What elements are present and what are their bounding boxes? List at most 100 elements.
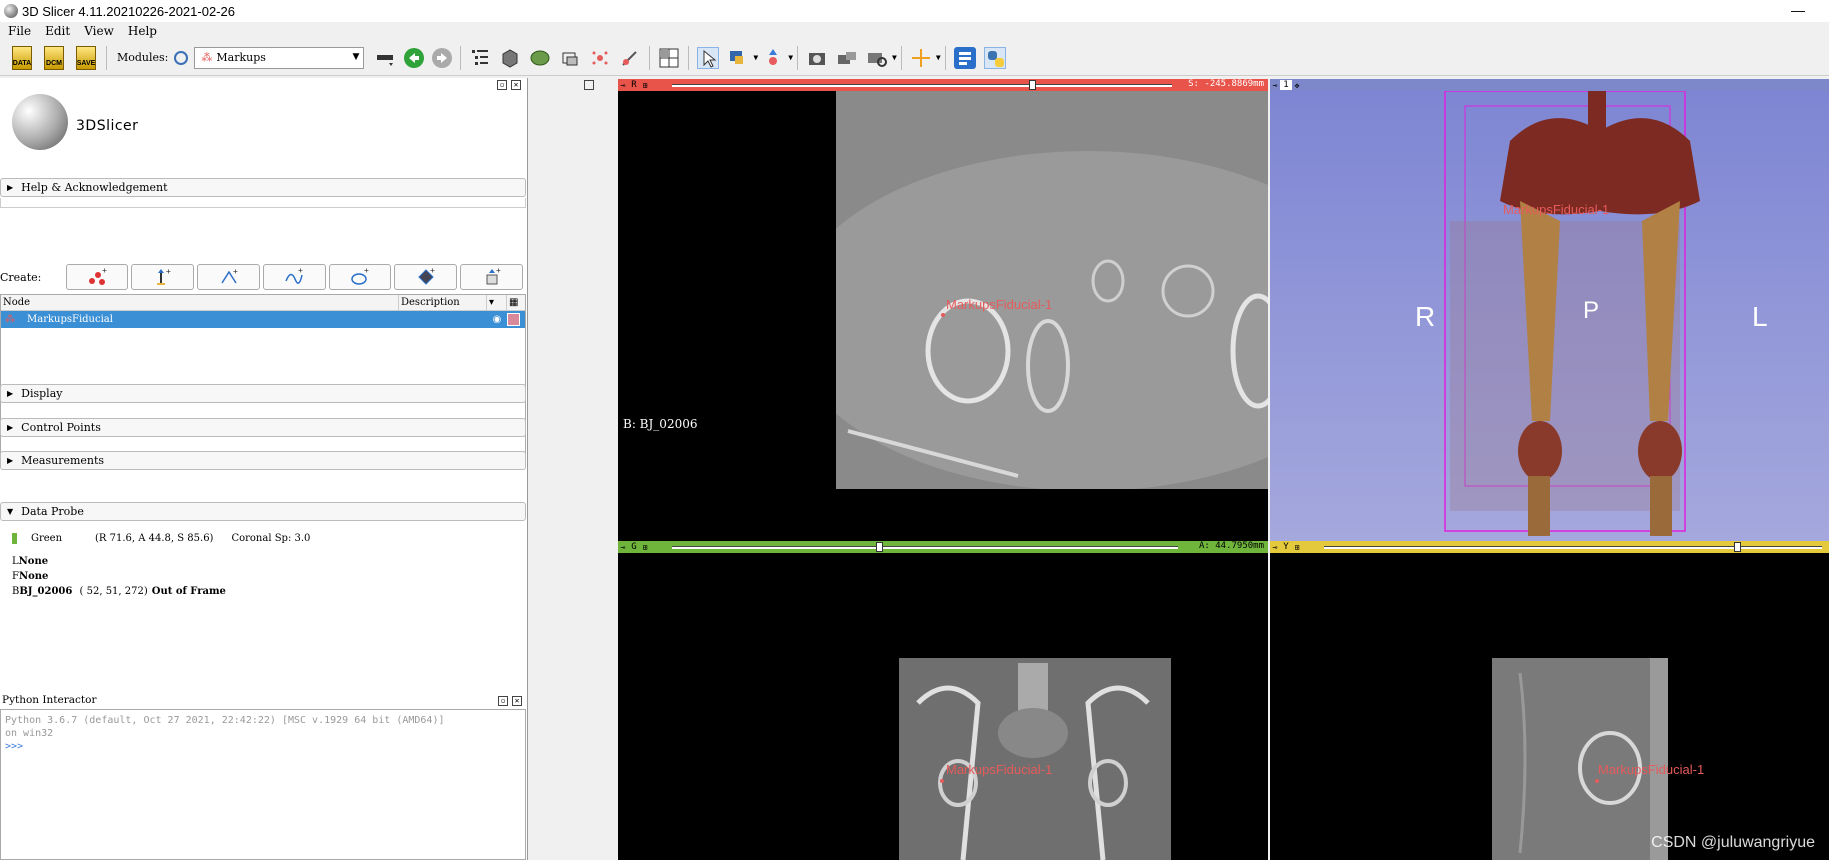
pin-icon[interactable]: ⊸ [618,543,628,552]
expand-arrow-icon: ▶ [7,456,14,465]
pin-icon[interactable]: ⊸ [1270,81,1280,90]
extension-manager-button[interactable] [953,46,976,69]
red-slice-controller: ⊸ R ⊞ S: -245.8869mm [618,79,1268,91]
table-row[interactable]: ⁂ MarkupsFiducial ◉ [1,311,525,328]
toolbar-separator [688,45,690,70]
markups-node-icon: ⁂ [5,314,15,325]
screenshot-button[interactable] [806,47,828,69]
logo-text: 3DSlicer [76,118,139,134]
dicom-button[interactable]: DCM [40,44,68,72]
measurements-section-header[interactable]: ▶ Measurements [0,451,526,470]
pin-icon[interactable]: ⊸ [1270,543,1280,552]
create-label: Create: [0,270,42,284]
forward-button[interactable] [432,47,453,68]
create-line-button[interactable]: + [131,264,195,290]
toolbar-separator [106,45,107,70]
yellow-slice-slider[interactable] [1324,546,1822,549]
create-fiducial-button[interactable]: + [65,264,129,290]
eye-icon[interactable]: ◉ [487,314,507,325]
python-console[interactable]: Python 3.6.7 (default, Oct 27 2021, 22:4… [0,709,526,860]
fiducial-marker[interactable] [940,779,944,783]
dcm-icon: DCM [44,45,64,70]
module-history-button[interactable] [374,47,396,69]
green-slice-view[interactable]: ⊸ G ⊞ A: 44.7950mm MarkupsFiducial-1 [618,541,1268,860]
undock-icon[interactable] [584,80,594,90]
yellow-slice-slider-handle[interactable] [1734,542,1742,552]
crosshair-button[interactable] [910,47,932,69]
pin-icon[interactable]: ⊸ [618,81,628,90]
create-curve-button[interactable]: + [262,264,326,290]
place-fiducial-button[interactable] [762,47,784,69]
display-section-header[interactable]: ▶ Display [0,384,526,403]
control-points-section-header[interactable]: ▶ Control Points [0,418,526,437]
data-probe-section-header[interactable]: ▼ Data Probe [0,502,526,521]
menu-edit[interactable]: Edit [45,24,70,38]
chevron-down-icon: ▼ [753,53,759,62]
menu-file[interactable]: File [8,24,31,38]
back-button[interactable] [404,47,425,68]
save-button[interactable]: SAVE [72,44,100,72]
green-slice-slider-handle[interactable] [876,542,884,552]
help-section-header[interactable]: ▶ Help & Acknowledgement [0,178,526,197]
fiducial-marker[interactable] [1595,779,1599,783]
create-angle-button[interactable]: + [197,264,260,290]
capture-button[interactable] [866,47,888,69]
segment-editor-button[interactable] [619,47,641,69]
menu-view[interactable]: View [84,24,114,38]
create-roi-button[interactable]: + [460,264,523,290]
svg-text:+: + [233,267,238,276]
green-slice-slider[interactable] [672,546,1178,549]
fiducial-marker[interactable] [941,313,945,317]
red-slice-slider[interactable] [672,84,1172,87]
link-icon[interactable]: ⊞ [1292,543,1302,552]
search-icon[interactable] [174,50,189,65]
node-name: MarkupsFiducial [27,314,113,325]
markups-module-button[interactable] [589,47,611,69]
yellow-slice-view[interactable]: ⊸ Y ⊞ MarkupsFiducial-1 CSDN @juluwangri… [1270,541,1829,860]
column-node[interactable]: Node [1,295,399,310]
float-panel-icon[interactable]: ▫ [498,696,508,706]
orientation-p: P [1583,297,1600,324]
red-slice-slider-handle[interactable] [1029,80,1036,90]
svg-text:+: + [102,267,107,275]
python-console-button[interactable] [983,46,1006,69]
column-color[interactable]: ▦ [507,295,525,310]
volumes-module-button[interactable] [499,47,521,69]
models-module-button[interactable] [529,47,551,69]
layout-button[interactable] [658,47,680,69]
load-data-button[interactable]: DATA [8,44,36,72]
scene-view-button[interactable] [836,47,858,69]
data-probe-section-label: Data Probe [21,505,84,518]
create-closed-curve-button[interactable]: + [328,264,392,290]
pointer-tool-button[interactable] [697,46,720,69]
minimize-button[interactable]: — [1791,2,1805,18]
link-icon[interactable]: ⊞ [640,543,650,552]
probe-layer-f: FNone [12,571,48,582]
toolbar-separator [900,45,902,70]
menu-help[interactable]: Help [128,24,157,38]
probe-layer-l: LNone [12,556,48,567]
three-d-view[interactable]: ⊸ 1 ✥ MarkupsFiducial-1 R P L [1270,79,1829,541]
module-selector[interactable]: ⁂ Markups ▼ [194,46,365,69]
data-icon: DATA [12,45,32,70]
sagittal-ct-image [1492,658,1668,860]
window-level-button[interactable] [727,47,749,69]
close-icon[interactable]: ✕ [512,696,522,706]
center-view-icon[interactable]: ✥ [1292,81,1302,90]
red-slice-view[interactable]: ⊸ R ⊞ S: -245.8869mm MarkupsFiducial-1 B… [618,79,1268,541]
table-header: Node Description ▾ ▦ [1,295,525,311]
svg-text:+: + [496,267,501,275]
column-description[interactable]: Description [399,295,487,310]
green-view-swatch [12,533,17,544]
probe-layer-f-key: F [12,571,19,582]
float-panel-icon[interactable]: ▫ [497,80,507,90]
data-module-button[interactable] [469,47,491,69]
node-color-swatch[interactable] [507,313,520,326]
column-visibility[interactable]: ▾ [487,295,507,310]
close-icon[interactable]: ✕ [511,80,521,90]
transforms-module-button[interactable] [559,47,581,69]
probe-layer-l-key: L [12,556,19,567]
link-icon[interactable]: ⊞ [640,81,650,90]
create-plane-button[interactable]: + [394,264,458,290]
markups-icon: ⁂ [201,51,213,64]
